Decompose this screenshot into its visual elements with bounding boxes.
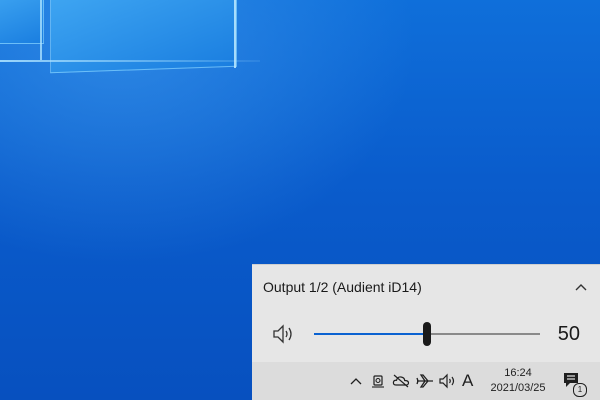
show-hidden-icons-button[interactable] (346, 371, 366, 391)
light-beam (234, 0, 236, 68)
volume-value: 50 (557, 323, 580, 345)
clock[interactable]: 16:24 2021/03/25 (484, 366, 552, 396)
input-method-indicator[interactable]: A (462, 371, 473, 391)
light-beam (40, 0, 42, 60)
action-center-button[interactable]: 1 (562, 371, 587, 397)
speaker-icon (273, 324, 292, 344)
slider-thumb[interactable] (423, 322, 431, 346)
volume-tray-button[interactable] (438, 371, 458, 391)
light-beam (0, 60, 260, 62)
mute-toggle-button[interactable] (272, 323, 296, 345)
chevron-up-icon (350, 378, 362, 385)
chevron-up-icon (575, 284, 587, 291)
speaker-icon (439, 373, 455, 389)
volume-slider[interactable] (314, 320, 540, 348)
expand-devices-button[interactable] (570, 277, 592, 297)
notification-count-badge: 1 (573, 383, 587, 397)
windows-logo-pane (50, 0, 237, 74)
onedrive-icon (392, 374, 410, 388)
volume-flyout: Output 1/2 (Audient iD14) 50 (252, 264, 600, 363)
meet-now-icon (372, 375, 384, 388)
windows-logo-pane (0, 0, 44, 44)
meet-now-button[interactable] (368, 371, 388, 391)
airplane-icon (416, 374, 433, 388)
clock-date: 2021/03/25 (490, 382, 546, 394)
onedrive-button[interactable] (391, 371, 411, 391)
network-button[interactable] (415, 371, 435, 391)
taskbar: A 16:24 2021/03/25 1 (252, 362, 600, 400)
clock-time: 16:24 (504, 367, 532, 379)
slider-fill (314, 333, 427, 335)
output-device-label[interactable]: Output 1/2 (Audient iD14) (263, 279, 422, 295)
